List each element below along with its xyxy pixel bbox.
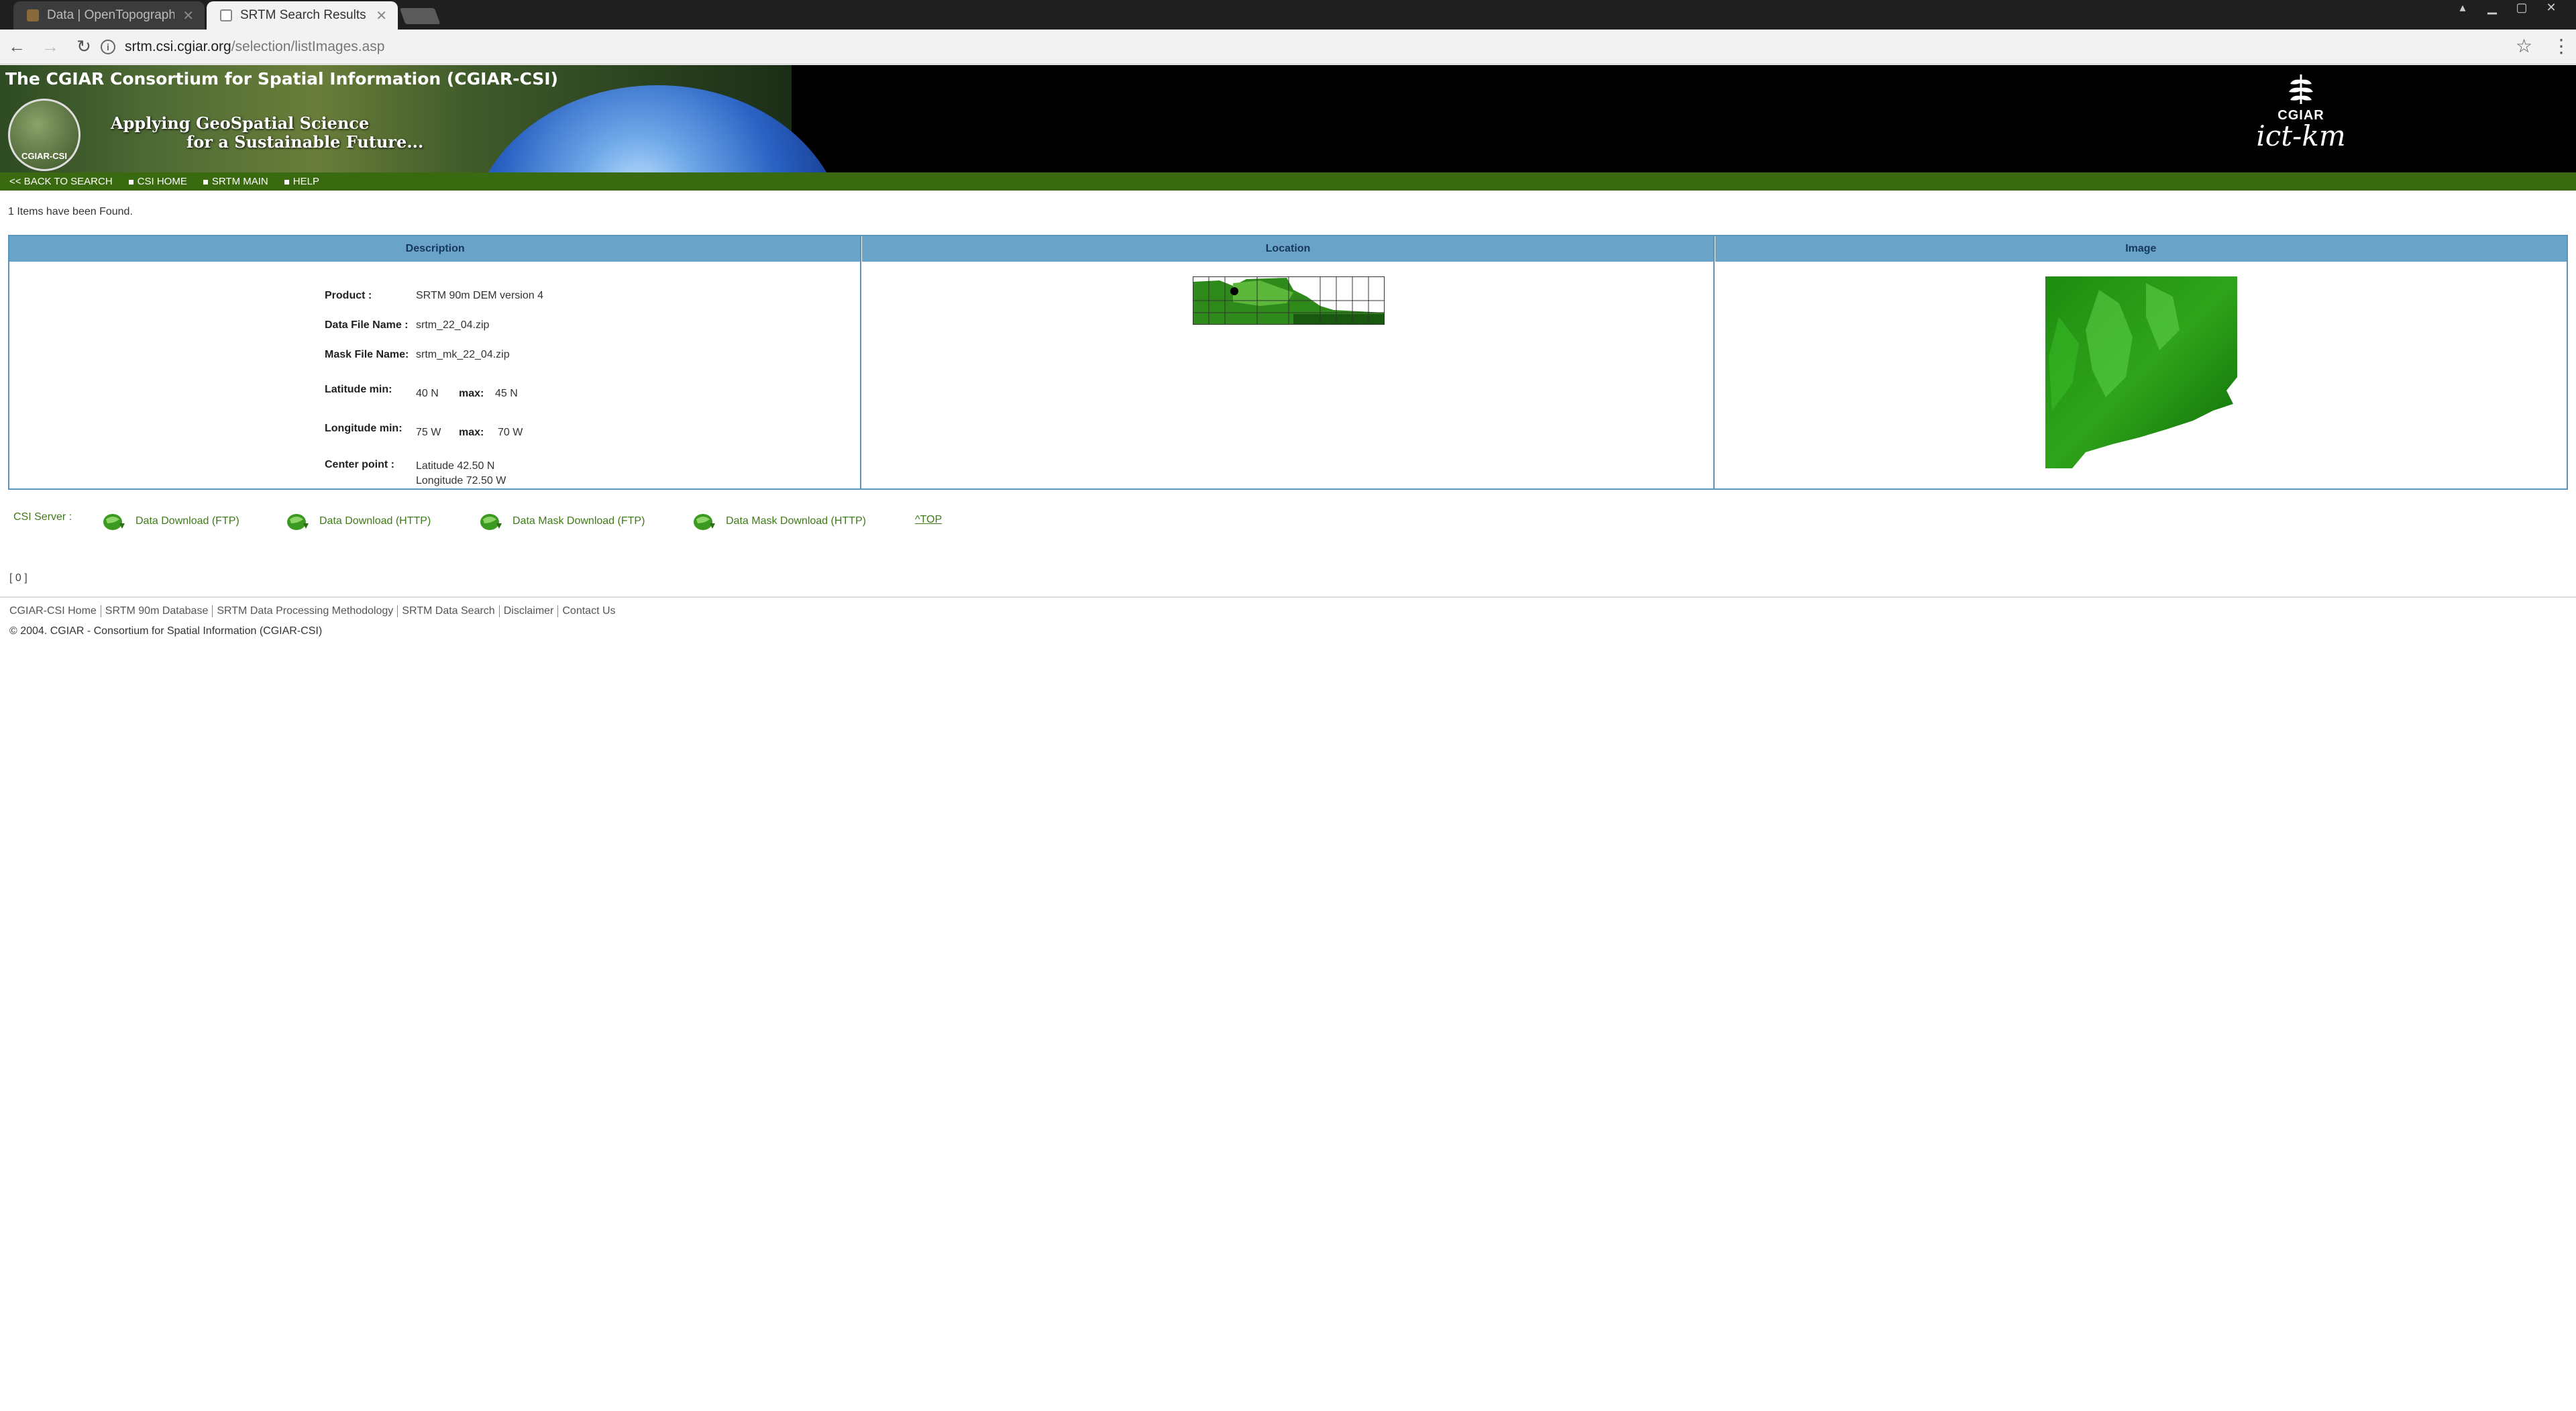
url-path: /selection/listImages.asp — [231, 39, 385, 54]
data-download-ftp-link[interactable]: Data Download (FTP) — [102, 511, 239, 531]
site-navbar: << BACK TO SEARCH CSI HOME SRTM MAIN HEL… — [0, 172, 2576, 191]
site-title: The CGIAR Consortium for Spatial Informa… — [5, 69, 558, 89]
forward-arrow-icon[interactable]: → — [34, 30, 67, 64]
nav-label: HELP — [292, 176, 319, 187]
browser-tabstrip: Data | OpenTopography ✕ SRTM Search Resu… — [0, 0, 2576, 30]
tab-srtm-search-results[interactable]: SRTM Search Results - A ✕ — [207, 1, 398, 30]
footer-divider — [0, 596, 2576, 598]
back-to-search-link[interactable]: << BACK TO SEARCH — [9, 176, 113, 187]
globe-download-icon — [103, 514, 125, 530]
nav-help[interactable]: HELP — [284, 176, 319, 187]
logo-text: CGIAR-CSI — [21, 151, 67, 161]
footer-link-disclaimer[interactable]: Disclaimer — [500, 605, 559, 617]
product-value: SRTM 90m DEM version 4 — [416, 290, 543, 301]
latitude-label: Latitude min: — [325, 384, 392, 395]
tab-opentopography[interactable]: Data | OpenTopography ✕ — [13, 1, 205, 30]
user-profile-icon[interactable]: ▴ — [2451, 1, 2474, 13]
footer-links: CGIAR-CSI Home SRTM 90m Database SRTM Da… — [9, 605, 620, 617]
nav-label: CSI HOME — [137, 176, 187, 187]
latitude-max-value: 45 N — [495, 388, 518, 399]
cgiar-wheat-icon — [2289, 74, 2313, 104]
latitude-max-label: max: — [459, 388, 484, 399]
location-map[interactable] — [1193, 276, 1385, 325]
center-latitude: Latitude 42.50 N — [416, 460, 495, 472]
longitude-max-value: 70 W — [498, 427, 523, 438]
link-label: Data Download (HTTP) — [319, 515, 431, 527]
column-header-location: Location — [862, 236, 1715, 262]
footer-link-data-search[interactable]: SRTM Data Search — [398, 605, 500, 617]
column-header-description: Description — [9, 236, 863, 262]
mask-download-http-link[interactable]: Data Mask Download (HTTP) — [692, 511, 866, 531]
longitude-max-label: max: — [459, 427, 484, 438]
nav-label: SRTM MAIN — [211, 176, 268, 187]
globe-download-icon — [287, 514, 309, 530]
kebab-menu-icon[interactable]: ⋮ — [2552, 35, 2571, 57]
center-longitude: Longitude 72.50 W — [416, 475, 506, 486]
globe-download-icon — [480, 514, 502, 530]
bullet-square-icon — [128, 179, 133, 185]
results-count: 1 Items have been Found. — [8, 206, 133, 217]
mask-download-ftp-link[interactable]: Data Mask Download (FTP) — [479, 511, 645, 531]
footer-link-methodology[interactable]: SRTM Data Processing Methodology — [213, 605, 398, 617]
new-tab-button[interactable] — [399, 8, 441, 24]
mask-file-value: srtm_mk_22_04.zip — [416, 349, 510, 360]
ictkm-brand: ict-km — [2256, 119, 2346, 152]
longitude-min-value: 75 W — [416, 427, 441, 438]
cgiar-csi-logo[interactable]: CGIAR-CSI — [8, 99, 80, 171]
link-label: Data Mask Download (HTTP) — [726, 515, 866, 527]
address-bar[interactable]: i srtm.csi.cgiar.org/selection/listImage… — [101, 35, 2529, 59]
opentopography-favicon-icon — [27, 9, 39, 21]
column-divider — [1713, 236, 1715, 490]
footer-link-contact[interactable]: Contact Us — [558, 605, 619, 617]
tab-close-icon[interactable]: ✕ — [376, 7, 387, 24]
mask-file-label: Mask File Name: — [325, 349, 409, 360]
longitude-label: Longitude min: — [325, 423, 402, 434]
back-arrow-icon[interactable]: ← — [0, 30, 34, 64]
copyright-text: © 2004. CGIAR - Consortium for Spatial I… — [9, 625, 323, 637]
url-host: srtm.csi.cgiar.org — [125, 39, 231, 54]
star-icon[interactable]: ☆ — [2516, 35, 2532, 57]
footer-link-srtm-database[interactable]: SRTM 90m Database — [101, 605, 213, 617]
cgiar-ictkm-logo[interactable]: CGIAR ict-km — [2251, 72, 2351, 166]
link-label: Data Mask Download (FTP) — [513, 515, 645, 527]
minimize-icon[interactable]: ▁ — [2481, 1, 2504, 13]
column-header-image: Image — [2125, 243, 2157, 254]
column-divider — [860, 236, 861, 490]
center-point-label: Center point : — [325, 459, 394, 470]
tab-title: Data | OpenTopography — [47, 8, 175, 22]
info-icon[interactable]: i — [101, 40, 115, 54]
browser-toolbar: ← → ↻ i srtm.csi.cgiar.org/selection/lis… — [0, 30, 2576, 64]
footer-link-csi-home[interactable]: CGIAR-CSI Home — [9, 605, 101, 617]
site-banner: The CGIAR Consortium for Spatial Informa… — [0, 65, 2576, 172]
bullet-square-icon — [203, 179, 208, 185]
data-file-label: Data File Name : — [325, 319, 409, 331]
nav-csi-home[interactable]: CSI HOME — [128, 176, 187, 187]
globe-download-icon — [694, 514, 715, 530]
product-label: Product : — [325, 290, 372, 301]
bullet-square-icon — [284, 179, 289, 185]
tagline-line-2: for a Sustainable Future... — [186, 132, 424, 152]
tagline-line-1: Applying GeoSpatial Science — [111, 113, 370, 133]
tab-title: SRTM Search Results - A — [240, 8, 368, 22]
reload-icon[interactable]: ↻ — [67, 30, 101, 64]
download-bar: CSI Server : Data Download (FTP) Data Do… — [13, 511, 1020, 531]
dem-preview-image[interactable] — [2045, 276, 2237, 468]
csi-server-label: CSI Server : — [13, 511, 72, 523]
data-file-value: srtm_22_04.zip — [416, 319, 490, 331]
page-favicon-icon — [220, 9, 232, 21]
back-to-top-link[interactable]: ^TOP — [915, 514, 942, 526]
results-header-row: Description Location Image — [9, 236, 2567, 262]
window-controls: ▴ ▁ ▢ ✕ — [2451, 1, 2563, 13]
tab-close-icon[interactable]: ✕ — [182, 7, 194, 24]
results-table: Description Location Image Product : SRT… — [8, 235, 2568, 490]
link-label: Data Download (FTP) — [136, 515, 239, 527]
maximize-icon[interactable]: ▢ — [2510, 1, 2533, 13]
close-window-icon[interactable]: ✕ — [2540, 1, 2563, 13]
nav-srtm-main[interactable]: SRTM MAIN — [203, 176, 268, 187]
latitude-min-value: 40 N — [416, 388, 439, 399]
data-download-http-link[interactable]: Data Download (HTTP) — [286, 511, 431, 531]
hit-counter: [ 0 ] — [9, 572, 28, 584]
